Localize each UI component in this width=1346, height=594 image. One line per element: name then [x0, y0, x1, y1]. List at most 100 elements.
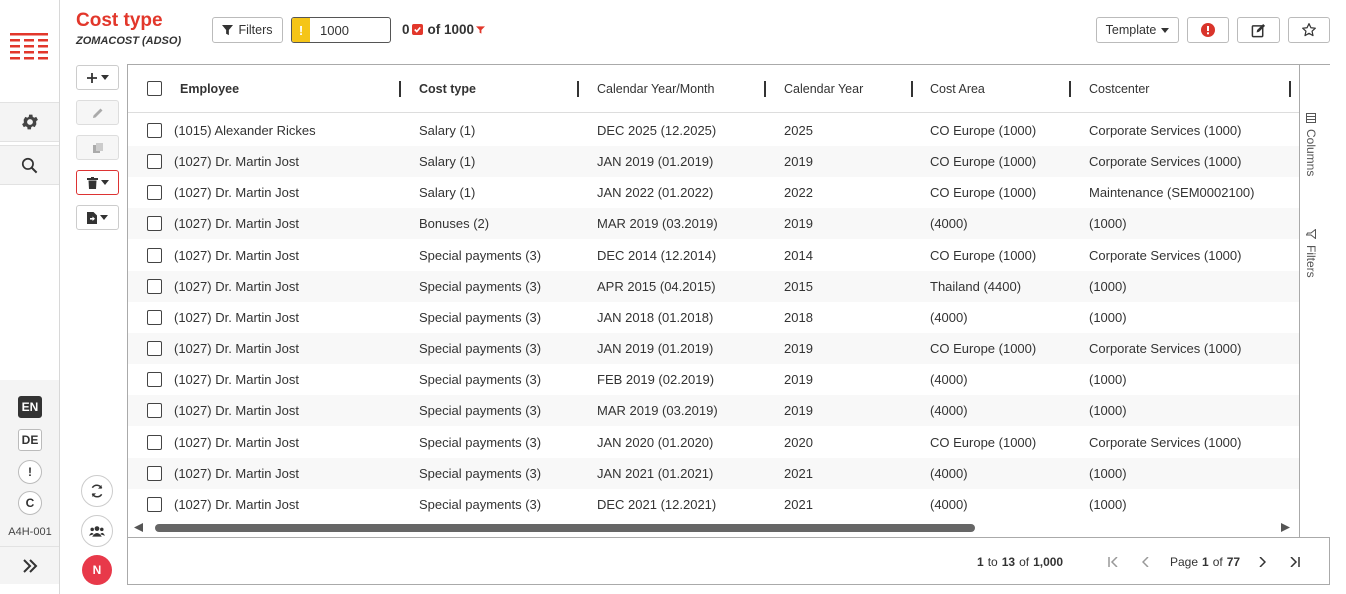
- cell-cost-type: Salary (1): [419, 123, 476, 138]
- row-checkbox[interactable]: [147, 465, 162, 481]
- table-row[interactable]: (1027) Dr. Martin Jost Special payments (…: [128, 457, 1299, 489]
- row-checkbox[interactable]: [147, 154, 162, 170]
- table-row[interactable]: (1027) Dr. Martin Jost Special payments (…: [128, 427, 1299, 458]
- filters-tab[interactable]: Filters: [1304, 229, 1318, 278]
- horizontal-scrollbar[interactable]: [128, 519, 1299, 535]
- column-resize-handle[interactable]: [577, 81, 579, 97]
- table-row[interactable]: (1027) Dr. Martin Jost Salary (1) JAN 2019…: [128, 146, 1299, 178]
- caret-down-icon: [1161, 27, 1170, 33]
- search-button[interactable]: [0, 145, 59, 185]
- row-checkbox[interactable]: [147, 372, 162, 388]
- table-row[interactable]: (1027) Dr. Martin Jost Bonuses (2) MAR 201…: [128, 208, 1299, 240]
- settings-button[interactable]: [0, 102, 59, 142]
- table-row[interactable]: (1015) Alexander Rickes Salary (1) DEC 202…: [128, 115, 1299, 146]
- row-checkbox[interactable]: [147, 216, 162, 232]
- caret-down-icon: [101, 75, 109, 80]
- next-page-button[interactable]: [1259, 538, 1266, 585]
- table-row[interactable]: (1027) Dr. Martin Jost Special payments (…: [128, 364, 1299, 395]
- app-logo-icon[interactable]: [10, 33, 48, 63]
- cell-costcenter: (1000): [1089, 216, 1127, 232]
- cell-employee: (1027) Dr. Martin Jost: [174, 496, 299, 512]
- row-checkbox[interactable]: [147, 309, 162, 325]
- users-icon: [89, 526, 105, 537]
- expand-sidebar-button[interactable]: [0, 546, 59, 584]
- row-checkbox[interactable]: [147, 403, 162, 419]
- scroll-left-icon[interactable]: [134, 523, 143, 532]
- column-header-calendar-year-month[interactable]: Calendar Year/Month: [597, 65, 714, 113]
- table-row[interactable]: (1027) Dr. Martin Jost Special payments (…: [128, 302, 1299, 333]
- column-header-cost-type[interactable]: Cost type: [419, 65, 476, 113]
- row-checkbox[interactable]: [147, 496, 162, 512]
- language-en-button[interactable]: EN: [18, 396, 42, 418]
- row-limit-input[interactable]: ! 1000: [291, 17, 391, 43]
- column-header-cost-area[interactable]: Cost Area: [930, 65, 985, 113]
- add-button[interactable]: [76, 65, 119, 90]
- range-end: 13: [1001, 554, 1016, 569]
- checked-box-icon[interactable]: [411, 24, 423, 35]
- table-row[interactable]: (1027) Dr. Martin Jost Special payments (…: [128, 489, 1299, 520]
- notifications-button[interactable]: !: [18, 460, 42, 484]
- cell-cost-type: Salary (1): [419, 154, 476, 170]
- copy-row-button[interactable]: [76, 135, 119, 160]
- column-resize-handle[interactable]: [764, 81, 766, 97]
- edit-row-button[interactable]: [76, 100, 119, 125]
- table-row[interactable]: (1027) Dr. Martin Jost Special payments (…: [128, 333, 1299, 365]
- info-button[interactable]: [1187, 17, 1229, 43]
- cell-cost-type: Special payments (3): [419, 341, 542, 357]
- columns-tab-label: Columns: [1304, 129, 1318, 177]
- row-checkbox[interactable]: [147, 123, 162, 138]
- first-page-icon: [1108, 556, 1118, 567]
- grid-side-panel: Columns Filters: [1299, 65, 1330, 537]
- favorite-button[interactable]: [1288, 17, 1330, 43]
- pencil-icon: [92, 108, 102, 118]
- cell-calendar-year-month: JAN 2021 (01.2021): [597, 465, 714, 481]
- row-checkbox[interactable]: [147, 247, 162, 263]
- export-button[interactable]: [76, 205, 119, 230]
- edit-view-button[interactable]: [1237, 17, 1280, 43]
- column-resize-handle[interactable]: [1069, 81, 1071, 97]
- cell-costcenter: Corporate Services (1000): [1089, 247, 1242, 263]
- filters-button[interactable]: Filters: [212, 17, 283, 43]
- columns-tab[interactable]: Columns: [1304, 113, 1318, 176]
- columns-icon: [1306, 113, 1316, 123]
- funnel-outline-icon: [1306, 229, 1316, 239]
- scroll-right-icon[interactable]: [1281, 523, 1290, 532]
- row-checkbox[interactable]: [147, 341, 162, 357]
- row-checkbox[interactable]: [147, 278, 162, 294]
- chevron-right-icon: [1259, 556, 1266, 567]
- pagination-bar: 1 to 13 of 1,000 Page 1 of 77: [128, 537, 1329, 584]
- column-header-calendar-year[interactable]: Calendar Year: [784, 65, 863, 113]
- row-checkbox[interactable]: [147, 185, 162, 201]
- cell-calendar-year: 2022: [784, 185, 813, 201]
- client-button[interactable]: C: [18, 491, 42, 515]
- template-dropdown[interactable]: Template: [1096, 17, 1179, 43]
- user-avatar[interactable]: N: [82, 555, 112, 585]
- cell-calendar-year-month: JAN 2019 (01.2019): [597, 154, 714, 170]
- page-of-label: of: [1212, 554, 1223, 569]
- select-all-checkbox[interactable]: [147, 81, 162, 96]
- column-resize-handle[interactable]: [1289, 81, 1291, 97]
- filter-red-icon[interactable]: [476, 25, 486, 35]
- column-resize-handle[interactable]: [911, 81, 913, 97]
- column-header-costcenter[interactable]: Costcenter: [1089, 65, 1149, 113]
- table-row[interactable]: (1027) Dr. Martin Jost Special payments (…: [128, 395, 1299, 427]
- column-resize-handle[interactable]: [399, 81, 401, 97]
- language-de-button[interactable]: DE: [18, 429, 42, 451]
- last-page-button[interactable]: [1289, 538, 1300, 585]
- users-button[interactable]: [81, 515, 113, 547]
- first-page-button[interactable]: [1108, 538, 1119, 585]
- table-row[interactable]: (1027) Dr. Martin Jost Salary (1) JAN 2022…: [128, 177, 1299, 208]
- cell-calendar-year-month: JAN 2018 (01.2018): [597, 309, 714, 325]
- cell-employee: (1027) Dr. Martin Jost: [174, 372, 299, 388]
- cell-costcenter: Corporate Services (1000): [1089, 123, 1242, 138]
- cell-calendar-year-month: JAN 2020 (01.2020): [597, 434, 714, 450]
- cell-calendar-year: 2019: [784, 372, 813, 388]
- column-header-employee[interactable]: Employee: [180, 65, 239, 113]
- table-row[interactable]: (1027) Dr. Martin Jost Special payments (…: [128, 240, 1299, 271]
- table-row[interactable]: (1027) Dr. Martin Jost Special payments (…: [128, 270, 1299, 302]
- previous-page-button[interactable]: [1142, 538, 1149, 585]
- refresh-button[interactable]: [81, 475, 113, 507]
- row-checkbox[interactable]: [147, 434, 162, 450]
- delete-button[interactable]: [76, 170, 119, 195]
- horizontal-scroll-thumb[interactable]: [155, 524, 975, 532]
